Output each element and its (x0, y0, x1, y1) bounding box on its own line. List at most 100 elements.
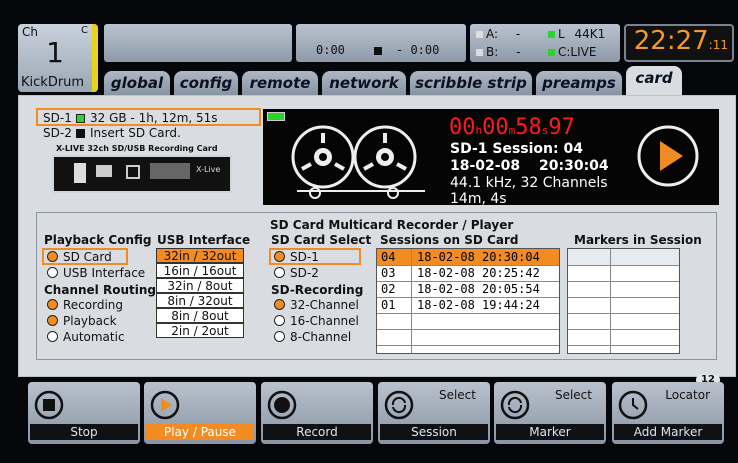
radio-icon (274, 267, 285, 278)
table-row[interactable] (568, 281, 679, 298)
card-slot-icon (74, 163, 86, 183)
battery-icon (267, 112, 285, 121)
playback-option-sd-card[interactable]: SD Card (42, 248, 128, 265)
tape-reels-icon (291, 125, 425, 199)
counter-frames: 97 (548, 115, 575, 140)
marker-button-label: Marker (496, 424, 604, 440)
table-row[interactable] (568, 329, 679, 346)
table-row[interactable] (568, 265, 679, 282)
sessions-table: 04 18-02-08 20:30:04 03 18-02-08 20:25:42 … (376, 248, 560, 354)
table-row[interactable] (377, 329, 559, 346)
add-marker-button[interactable]: Locator Add Marker (612, 382, 724, 444)
sd-slots-icon (150, 163, 190, 179)
recorder-display: 00h00m58s97 SD-1 Session: 04 18-02-08 20… (263, 109, 719, 207)
session-duration: 14m, 4s (450, 191, 507, 207)
tab-preamps[interactable]: preamps (536, 71, 622, 95)
tab-remote[interactable]: remote (242, 71, 318, 95)
table-row[interactable] (377, 313, 559, 330)
counter-hours: 00 (449, 115, 476, 140)
cycle-icon (384, 390, 414, 420)
markers-title: Markers in Session (574, 233, 702, 247)
usb-option[interactable]: 32in / 8out (156, 278, 244, 293)
column-divider (411, 249, 412, 353)
session-button-label: Session (380, 424, 488, 440)
radio-icon (274, 299, 285, 310)
table-row[interactable] (568, 313, 679, 330)
stop-icon (34, 390, 64, 420)
usb-option[interactable]: 8in / 32out (156, 293, 244, 308)
play-icon[interactable] (635, 123, 701, 189)
session-format: 44.1 kHz, 32 Channels (450, 175, 608, 191)
channel-strip-display: Ch C 1 KickDrum (18, 24, 98, 92)
usb-option[interactable]: 2in / 2out (156, 323, 244, 338)
status-c-square-icon (548, 49, 555, 56)
tab-global[interactable]: global (104, 71, 170, 95)
table-row[interactable]: 01 18-02-08 19:44:24 (377, 297, 559, 314)
play-pause-button[interactable]: Play / Pause (144, 382, 256, 444)
marker-select-label: Select (554, 388, 592, 402)
session-button[interactable]: Select Session (378, 382, 490, 444)
status-a: A: - (476, 27, 520, 41)
time-counter: 00h00m58s97 (449, 115, 575, 140)
table-row[interactable] (568, 249, 679, 266)
playback-option-usb[interactable]: USB Interface (47, 266, 145, 280)
usb-interface-title: USB Interface (157, 233, 251, 247)
usb-option[interactable]: 32in / 32out (156, 248, 244, 263)
table-row[interactable] (568, 297, 679, 314)
status-c: C:LIVE (548, 45, 596, 59)
sd-select-option-sd2[interactable]: SD-2 (274, 266, 319, 280)
clock-icon (618, 390, 648, 420)
usb-option[interactable]: 8in / 8out (156, 308, 244, 323)
recording-card-image: X-Live (52, 155, 232, 193)
sd-recording-option-8[interactable]: 8-Channel (274, 330, 351, 344)
table-row[interactable]: 03 18-02-08 20:25:42 (377, 265, 559, 282)
sd2-row[interactable]: SD-2 Insert SD Card. (36, 126, 261, 142)
status-l: L 44K1 (548, 27, 605, 41)
status-l-square-icon (548, 31, 555, 38)
routing-option-recording[interactable]: Recording (47, 298, 123, 312)
radio-icon (274, 315, 285, 326)
markers-table (567, 248, 680, 354)
stop-button-label: Stop (30, 424, 138, 440)
cycle-icon (500, 390, 530, 420)
session-date: 18-02-08 (450, 158, 521, 174)
channel-routing-title: Channel Routing (44, 283, 156, 297)
tab-card[interactable]: card (626, 66, 682, 96)
stop-square-icon (374, 47, 382, 55)
status-a-square-icon (476, 31, 483, 38)
channel-number: 1 (46, 36, 64, 69)
status-display: A: - B: - L 44K1 C:LIVE (470, 24, 620, 62)
table-row[interactable]: 04 18-02-08 20:30:04 (377, 249, 559, 266)
sd2-label: SD-2 (43, 126, 72, 140)
sd-select-option-sd1[interactable]: SD-1 (269, 248, 361, 265)
status-b: B: - (476, 45, 520, 59)
routing-option-playback[interactable]: Playback (47, 314, 117, 328)
play-icon (150, 390, 180, 420)
tab-scribble-strip[interactable]: scribble strip (410, 71, 532, 95)
tab-config[interactable]: config (174, 71, 238, 95)
sd-recording-option-16[interactable]: 16-Channel (274, 314, 359, 328)
sd-recording-option-32[interactable]: 32-Channel (274, 298, 359, 312)
transport-time-display: 0:00 - 0:00 (296, 24, 466, 62)
stop-button[interactable]: Stop (28, 382, 140, 444)
radio-icon (47, 331, 58, 342)
marker-button[interactable]: Select Marker (494, 382, 606, 444)
tab-network[interactable]: network (322, 71, 406, 95)
usb-option[interactable]: 16in / 16out (156, 263, 244, 278)
sd1-status-icon (76, 114, 85, 123)
radio-icon (274, 331, 285, 342)
record-icon (267, 390, 297, 420)
status-b-square-icon (476, 49, 483, 56)
add-marker-button-label: Add Marker (614, 424, 722, 440)
radio-icon (47, 267, 58, 278)
radio-icon (47, 315, 58, 326)
record-button[interactable]: Record (261, 382, 373, 444)
routing-option-automatic[interactable]: Automatic (47, 330, 125, 344)
sessions-title: Sessions on SD Card (380, 233, 519, 247)
sd2-status-icon (76, 129, 85, 138)
counter-minutes: 00 (482, 115, 509, 140)
sd-card-select-title: SD Card Select (271, 233, 372, 247)
channel-name: KickDrum (21, 75, 85, 90)
table-row[interactable]: 02 18-02-08 20:05:54 (377, 281, 559, 298)
sd1-row[interactable]: SD-1 32 GB - 1h, 12m, 51s (36, 108, 261, 126)
